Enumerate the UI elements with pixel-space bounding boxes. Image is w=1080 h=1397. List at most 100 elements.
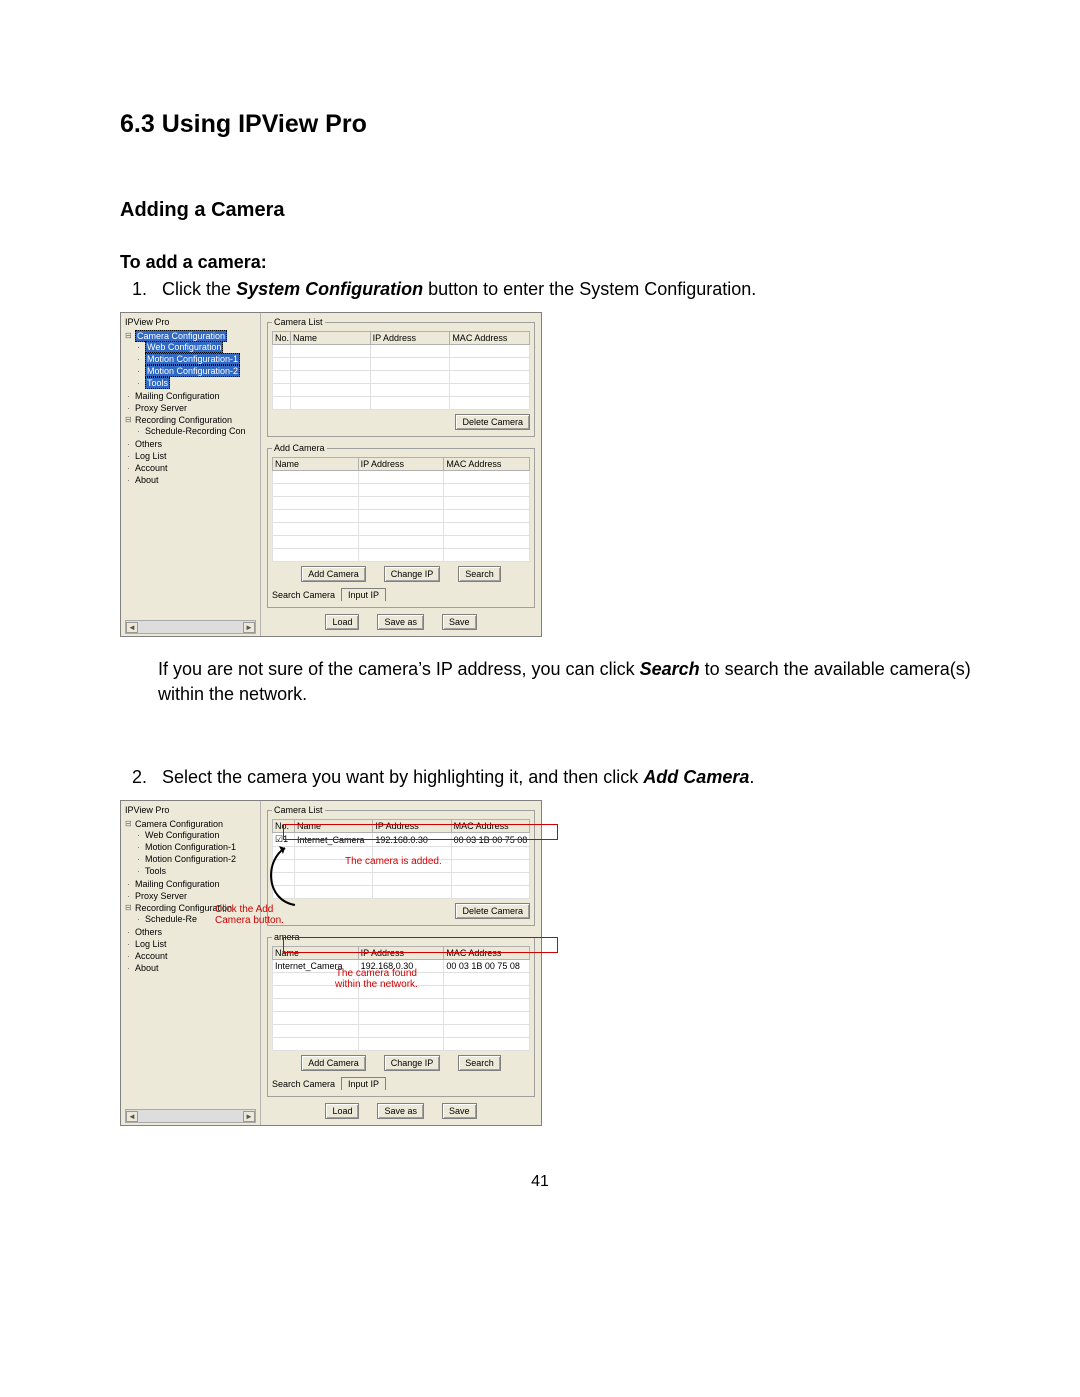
bottom-button-row: Load Save as Save bbox=[267, 1103, 535, 1119]
input-ip-tab[interactable]: Input IP bbox=[341, 1077, 386, 1090]
scroll-left-icon[interactable]: ◄ bbox=[126, 1111, 138, 1122]
config-tree[interactable]: Camera Configuration Web Configuration M… bbox=[125, 818, 258, 974]
tree-item[interactable]: Motion Configuration-1 bbox=[145, 841, 258, 853]
tree-horizontal-scrollbar[interactable]: ◄ ► bbox=[125, 620, 256, 634]
tree-item[interactable]: Web Configuration bbox=[145, 341, 258, 353]
table-row[interactable] bbox=[273, 523, 530, 536]
tree-item[interactable]: About bbox=[135, 962, 258, 974]
scroll-right-icon[interactable]: ► bbox=[243, 622, 255, 633]
change-ip-button[interactable]: Change IP bbox=[384, 1055, 441, 1071]
document-page: 6.3 Using IPView Pro Adding a Camera To … bbox=[0, 0, 1080, 1397]
tree-item[interactable]: Others bbox=[135, 926, 258, 938]
scroll-left-icon[interactable]: ◄ bbox=[126, 622, 138, 633]
table-row[interactable]: ☑1 Internet_Camera 192.168.0.30 00 03 1B… bbox=[273, 833, 530, 847]
tree-item[interactable]: Account bbox=[135, 462, 258, 474]
tree-pane: IPView Pro Camera Configuration Web Conf… bbox=[121, 801, 261, 1125]
table-row[interactable] bbox=[273, 1012, 530, 1025]
step-1-prefix: Click the bbox=[162, 279, 236, 299]
tree-camera-config[interactable]: Camera Configuration Web Configuration M… bbox=[135, 818, 258, 878]
table-row[interactable] bbox=[273, 847, 530, 860]
table-row[interactable] bbox=[273, 358, 530, 371]
table-row[interactable] bbox=[273, 510, 530, 523]
input-ip-tab[interactable]: Input IP bbox=[341, 588, 386, 601]
save-button[interactable]: Save bbox=[442, 614, 477, 630]
load-button[interactable]: Load bbox=[325, 614, 359, 630]
section-heading: 6.3 Using IPView Pro bbox=[120, 110, 990, 139]
add-camera-table[interactable]: Name IP Address MAC Address Internet_Cam… bbox=[272, 946, 530, 1051]
table-row[interactable] bbox=[273, 1038, 530, 1051]
table-row[interactable]: Internet_Camera 192.168.0.30 00 03 1B 00… bbox=[273, 960, 530, 973]
table-row[interactable] bbox=[273, 471, 530, 484]
tree-item[interactable]: Account bbox=[135, 950, 258, 962]
table-row[interactable] bbox=[273, 860, 530, 873]
tree-item[interactable]: Mailing Configuration bbox=[135, 878, 258, 890]
tree-recording[interactable]: Recording Configuration Schedule-Re bbox=[135, 902, 258, 926]
table-row[interactable] bbox=[273, 536, 530, 549]
tree-item[interactable]: Schedule-Recording Con bbox=[145, 425, 258, 437]
add-camera-button[interactable]: Add Camera bbox=[301, 566, 366, 582]
table-row[interactable] bbox=[273, 1025, 530, 1038]
bottom-button-row: Load Save as Save bbox=[267, 614, 535, 630]
step-2-prefix: Select the camera you want by highlighti… bbox=[162, 767, 643, 787]
table-row[interactable] bbox=[273, 345, 530, 358]
table-row[interactable] bbox=[273, 371, 530, 384]
tree-item[interactable]: Motion Configuration-2 bbox=[145, 853, 258, 865]
table-row[interactable] bbox=[273, 397, 530, 410]
tree-item[interactable]: Web Configuration bbox=[145, 829, 258, 841]
tree-item[interactable]: Proxy Server bbox=[135, 402, 258, 414]
table-row[interactable] bbox=[273, 973, 530, 986]
add-camera-group: amera Name IP Address MAC Address Intern… bbox=[267, 932, 535, 1097]
add-camera-group: Add Camera Name IP Address MAC Address bbox=[267, 443, 535, 608]
table-row[interactable] bbox=[273, 999, 530, 1012]
add-camera-table[interactable]: Name IP Address MAC Address bbox=[272, 457, 530, 562]
table-row[interactable] bbox=[273, 497, 530, 510]
config-tree[interactable]: Camera Configuration Web Configuration M… bbox=[125, 330, 258, 486]
tree-item[interactable]: Log List bbox=[135, 450, 258, 462]
save-button[interactable]: Save bbox=[442, 1103, 477, 1119]
tree-item[interactable]: Mailing Configuration bbox=[135, 390, 258, 402]
tree-recording[interactable]: Recording Configuration Schedule-Recordi… bbox=[135, 414, 258, 438]
save-as-button[interactable]: Save as bbox=[377, 1103, 424, 1119]
tree-item[interactable]: Others bbox=[135, 438, 258, 450]
save-as-button[interactable]: Save as bbox=[377, 614, 424, 630]
table-row[interactable] bbox=[273, 886, 530, 899]
search-button[interactable]: Search bbox=[458, 566, 501, 582]
camera-list-table[interactable]: No. Name IP Address MAC Address ☑1 Inter… bbox=[272, 819, 530, 899]
search-para-bold: Search bbox=[640, 659, 700, 679]
table-row[interactable] bbox=[273, 384, 530, 397]
tree-item[interactable]: Tools bbox=[145, 377, 258, 389]
camera-list-table[interactable]: No. Name IP Address MAC Address bbox=[272, 331, 530, 410]
col-ip: IP Address bbox=[358, 458, 444, 471]
row-checkbox[interactable]: ☑1 bbox=[273, 833, 295, 847]
tree-item[interactable]: Log List bbox=[135, 938, 258, 950]
search-button[interactable]: Search bbox=[458, 1055, 501, 1071]
tree-horizontal-scrollbar[interactable]: ◄ ► bbox=[125, 1109, 256, 1123]
delete-camera-button[interactable]: Delete Camera bbox=[455, 414, 530, 430]
scroll-right-icon[interactable]: ► bbox=[243, 1111, 255, 1122]
window-title: IPView Pro bbox=[125, 317, 258, 327]
col-name: Name bbox=[273, 458, 359, 471]
row-mac: 00 03 1B 00 75 08 bbox=[444, 960, 530, 973]
tree-item[interactable]: Proxy Server bbox=[135, 890, 258, 902]
row-ip: 192.168.0.30 bbox=[373, 833, 451, 847]
table-row[interactable] bbox=[273, 873, 530, 886]
tree-item[interactable]: Schedule-Re bbox=[145, 913, 258, 925]
add-camera-button[interactable]: Add Camera bbox=[301, 1055, 366, 1071]
table-row[interactable] bbox=[273, 549, 530, 562]
tree-item[interactable]: About bbox=[135, 474, 258, 486]
delete-camera-button[interactable]: Delete Camera bbox=[455, 903, 530, 919]
camera-list-legend: Camera List bbox=[272, 805, 325, 815]
tree-item[interactable]: Tools bbox=[145, 865, 258, 877]
step-1: 1. Click the System Configuration button… bbox=[120, 279, 990, 300]
step-1-number: 1. bbox=[132, 279, 147, 299]
tree-camera-config[interactable]: Camera Configuration Web Configuration M… bbox=[135, 330, 258, 390]
table-row[interactable] bbox=[273, 484, 530, 497]
load-button[interactable]: Load bbox=[325, 1103, 359, 1119]
tree-item[interactable]: Motion Configuration-1 bbox=[145, 353, 258, 365]
table-row[interactable] bbox=[273, 986, 530, 999]
change-ip-button[interactable]: Change IP bbox=[384, 566, 441, 582]
step-2: 2. Select the camera you want by highlig… bbox=[120, 767, 990, 788]
step-1-bold: System Configuration bbox=[236, 279, 423, 299]
tree-item[interactable]: Motion Configuration-2 bbox=[145, 365, 258, 377]
add-camera-legend: Add Camera bbox=[272, 443, 327, 453]
